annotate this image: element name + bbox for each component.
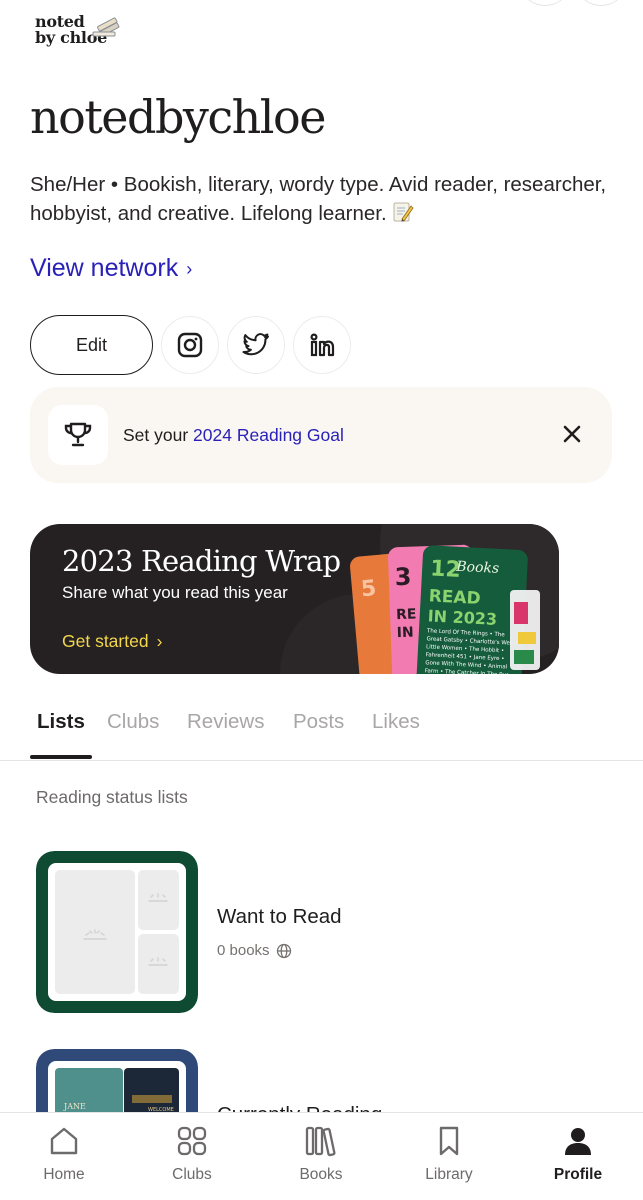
close-icon[interactable] xyxy=(560,422,584,446)
get-started-label: Get started xyxy=(62,631,149,651)
list-meta: 0 books xyxy=(217,942,292,959)
nav-item-home[interactable]: Home xyxy=(0,1113,128,1200)
nav-item-profile[interactable]: Profile xyxy=(514,1113,642,1200)
profile-actions: Edit xyxy=(30,315,351,375)
twitter-icon xyxy=(242,333,269,356)
list-item-want-to-read[interactable]: Want to Read 0 books xyxy=(36,851,606,1013)
books-icon xyxy=(305,1126,336,1157)
nav-item-books[interactable]: Books xyxy=(257,1113,385,1200)
svg-text:IN: IN xyxy=(396,625,413,642)
reading-wrap-banner[interactable]: 2023 Reading Wrap Share what you read th… xyxy=(30,524,559,674)
goal-prefix: Set your xyxy=(123,425,194,445)
chevron-right-icon: › xyxy=(156,631,163,651)
reading-goal-card[interactable]: Set your 2024 Reading Goal xyxy=(30,387,612,483)
trophy-icon xyxy=(64,422,92,447)
svg-text:JANE: JANE xyxy=(63,1102,86,1111)
top-circle-button[interactable] xyxy=(523,0,567,6)
instagram-button[interactable] xyxy=(161,316,219,374)
profile-tabs: Lists Clubs Reviews Posts Likes xyxy=(0,700,643,761)
nav-label: Books xyxy=(299,1166,343,1183)
wrap-subtitle: Share what you read this year xyxy=(62,583,288,602)
svg-text:3: 3 xyxy=(394,563,412,592)
profile-icon xyxy=(565,1128,591,1155)
tab-reviews[interactable]: Reviews xyxy=(187,710,264,734)
list-cover-placeholder xyxy=(36,851,198,1013)
memo-icon xyxy=(393,202,414,222)
nav-label: Profile xyxy=(553,1166,603,1183)
view-network-label: View network xyxy=(30,254,179,282)
book-count: 0 books xyxy=(217,942,270,959)
reading-wrap-cards-illustration: 5 3 RE IN 12 Books READ IN 2023 The Lord… xyxy=(350,544,540,674)
edit-profile-button[interactable]: Edit xyxy=(30,315,153,375)
view-network-link[interactable]: View network › xyxy=(30,254,192,283)
wrap-title: 2023 Reading Wrap xyxy=(62,544,341,578)
home-icon xyxy=(50,1127,78,1155)
clubs-icon xyxy=(177,1126,207,1156)
get-started-link[interactable]: Get started › xyxy=(62,631,162,652)
bio-text: She/Her • Bookish, literary, wordy type.… xyxy=(30,173,607,225)
tab-clubs[interactable]: Clubs xyxy=(107,710,159,734)
goal-text: Set your 2024 Reading Goal xyxy=(123,425,344,446)
nav-label: Clubs xyxy=(172,1166,212,1183)
nav-label: Library xyxy=(425,1166,473,1183)
nav-label: Home xyxy=(43,1166,85,1183)
profile-bio: She/Her • Bookish, literary, wordy type.… xyxy=(30,170,620,228)
active-tab-indicator xyxy=(30,755,92,759)
bookmark-icon xyxy=(439,1126,459,1156)
goal-icon-container xyxy=(48,405,108,465)
twitter-button[interactable] xyxy=(227,316,285,374)
tab-likes[interactable]: Likes xyxy=(372,710,420,734)
instagram-icon xyxy=(177,332,203,358)
bottom-navigation: Home Clubs Books Library Profile xyxy=(0,1112,643,1200)
chevron-right-icon: › xyxy=(186,259,193,279)
svg-text:5: 5 xyxy=(360,576,377,602)
profile-username: notedbychloe xyxy=(30,90,326,144)
list-name: Want to Read xyxy=(217,905,342,928)
books-logo-icon xyxy=(92,17,120,37)
tab-lists[interactable]: Lists xyxy=(37,710,85,734)
nav-item-clubs[interactable]: Clubs xyxy=(128,1113,256,1200)
top-circle-button[interactable] xyxy=(579,0,623,6)
nav-item-library[interactable]: Library xyxy=(385,1113,513,1200)
linkedin-icon xyxy=(310,333,335,357)
section-label: Reading status lists xyxy=(36,787,188,807)
svg-text:IN 2023: IN 2023 xyxy=(427,606,497,629)
tab-posts[interactable]: Posts xyxy=(293,710,344,734)
svg-text:Books: Books xyxy=(455,559,500,577)
svg-text:RE: RE xyxy=(396,606,417,623)
globe-icon xyxy=(276,943,291,958)
top-icon-buttons xyxy=(523,0,623,6)
linkedin-button[interactable] xyxy=(293,316,351,374)
brand-logo: noted by chloe xyxy=(35,14,125,60)
reading-goal-link[interactable]: 2024 Reading Goal xyxy=(193,425,344,445)
svg-text:READ: READ xyxy=(428,586,481,609)
